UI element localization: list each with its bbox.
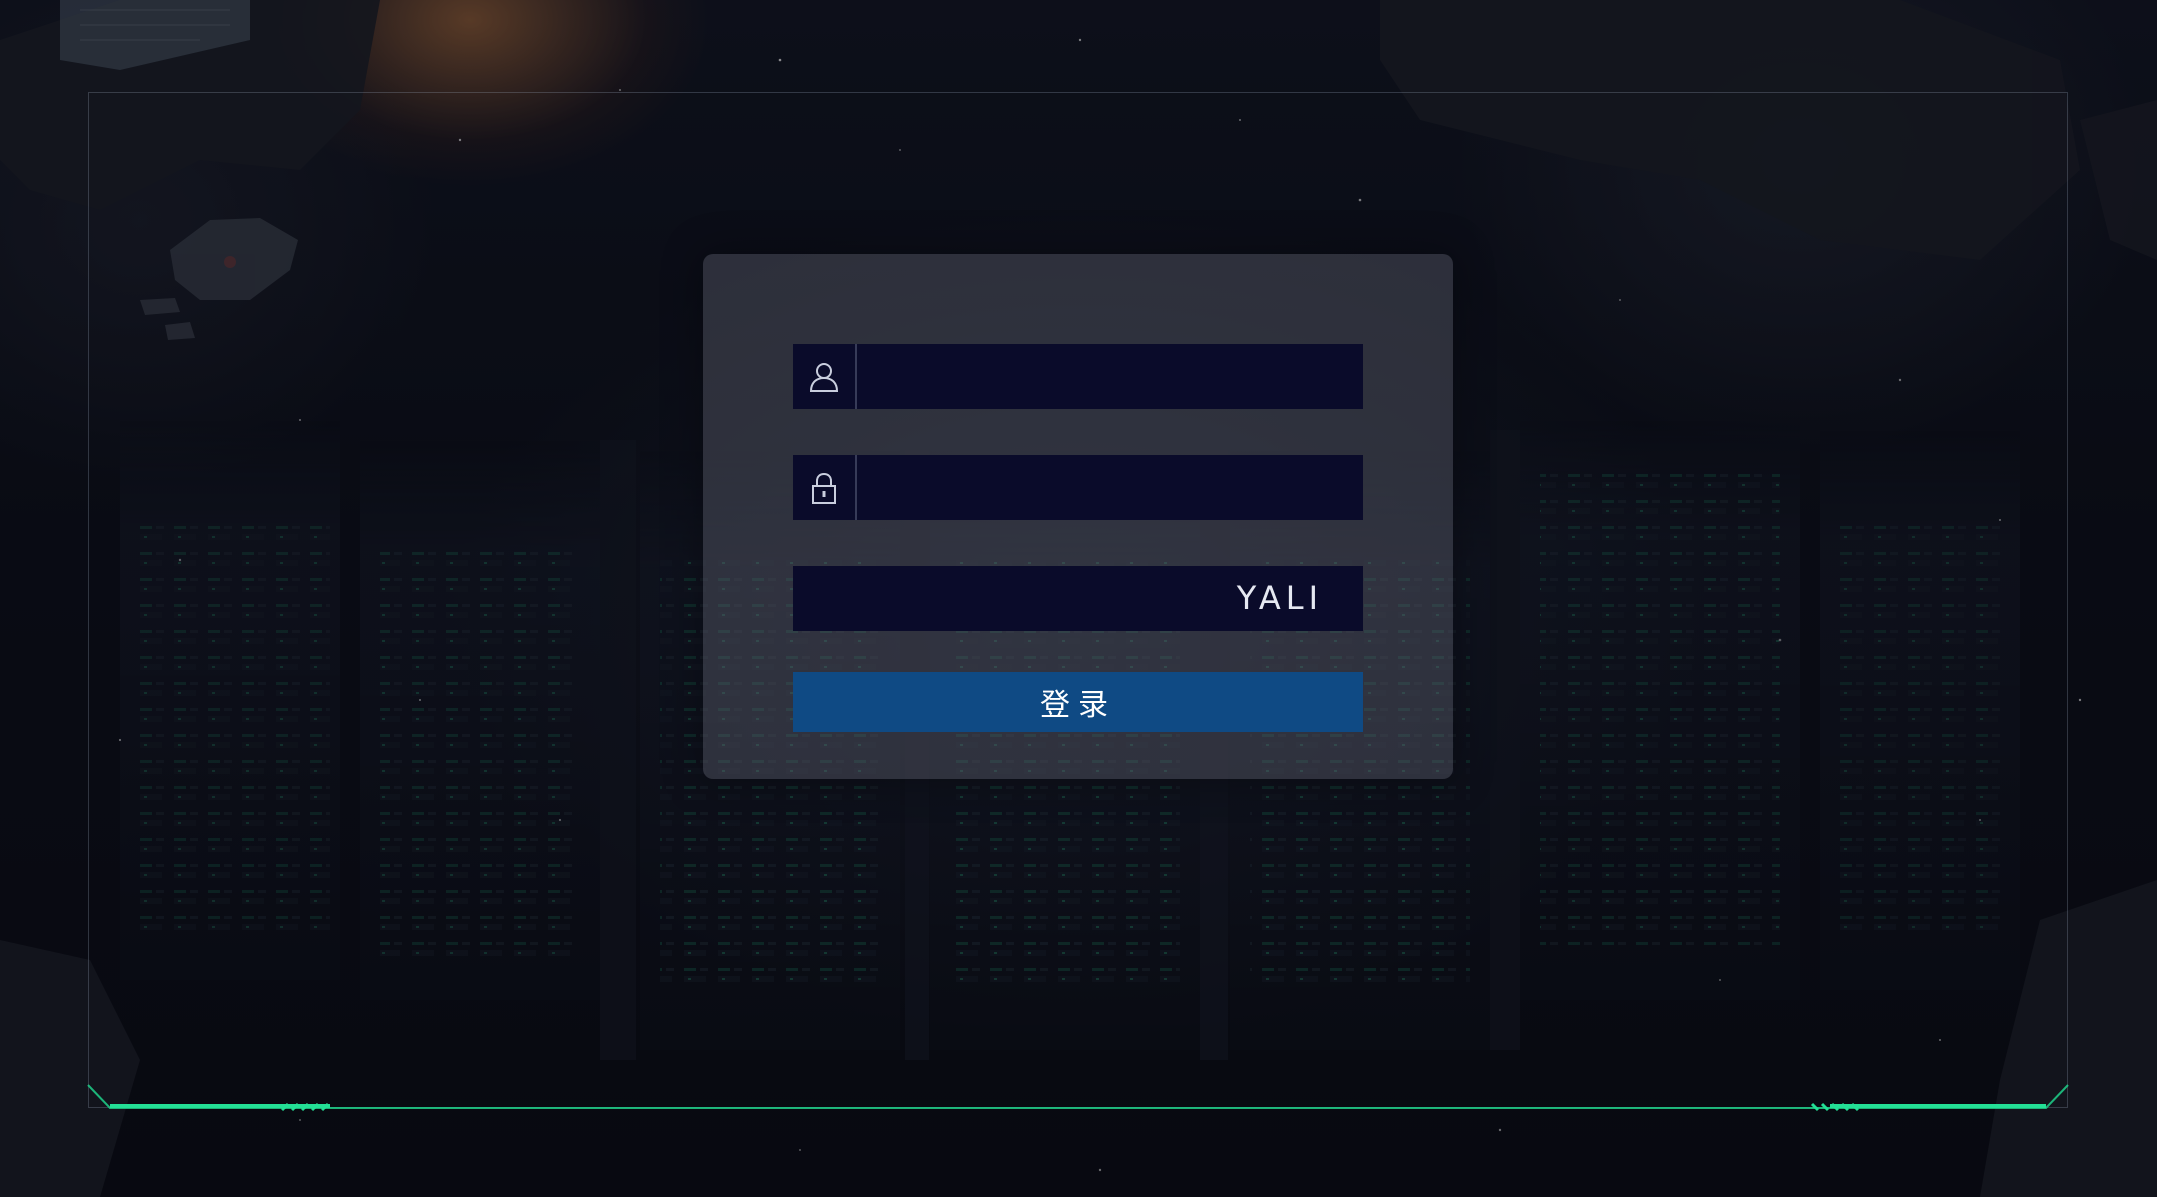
- login-panel: YALI 登录: [703, 254, 1453, 779]
- username-field: [793, 344, 1363, 409]
- password-input[interactable]: [857, 455, 1363, 520]
- username-icon-box: [793, 344, 857, 409]
- captcha-code-image[interactable]: YALI: [1237, 566, 1323, 631]
- password-icon-box: [793, 455, 857, 520]
- login-page: YALI 登录: [0, 0, 2157, 1197]
- lock-icon: [812, 472, 836, 504]
- login-button[interactable]: 登录: [793, 672, 1363, 732]
- password-field: [793, 455, 1363, 520]
- username-input[interactable]: [857, 344, 1363, 409]
- captcha-field: YALI: [793, 566, 1363, 631]
- user-icon: [809, 362, 839, 392]
